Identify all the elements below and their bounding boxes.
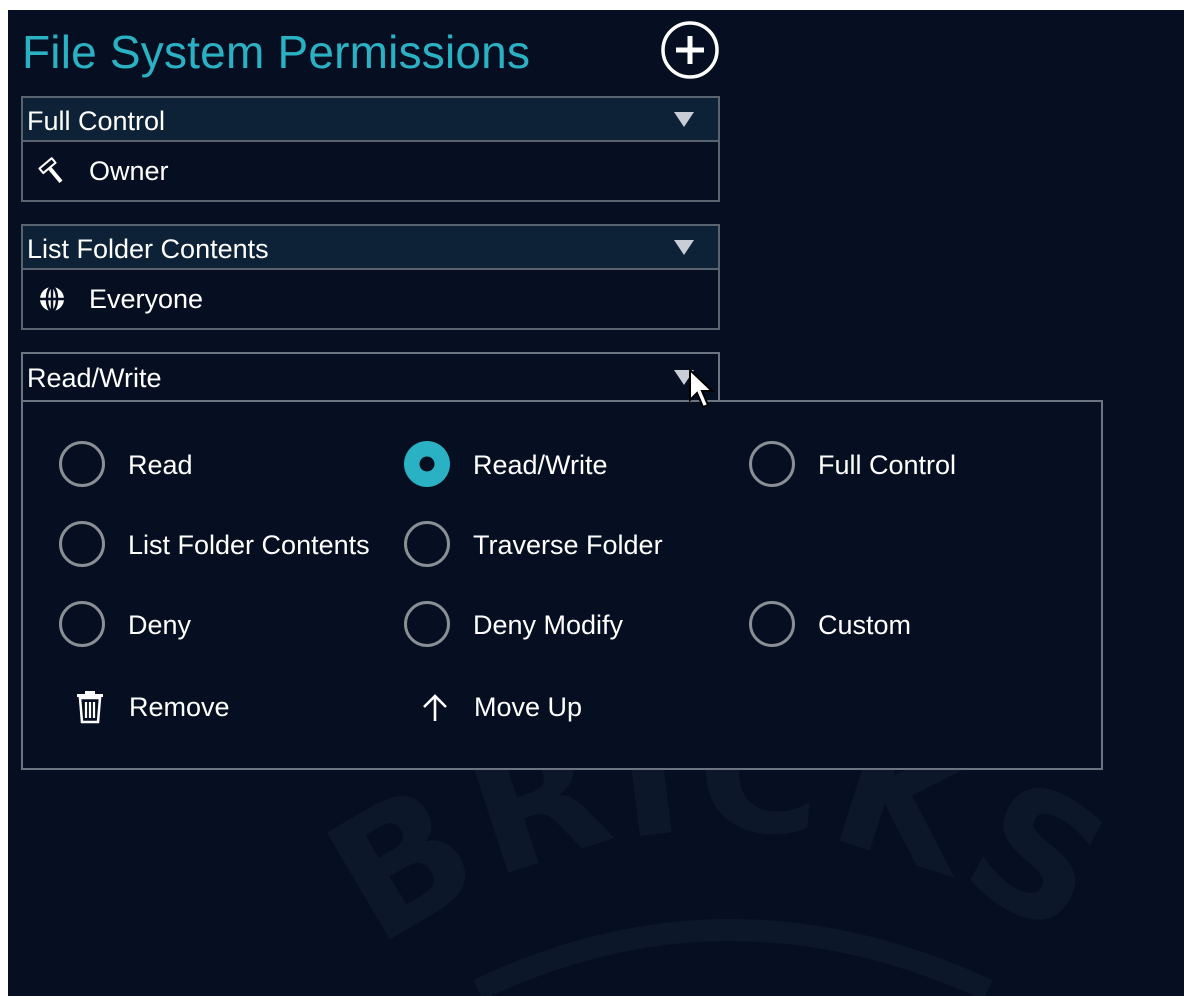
option-label: Deny <box>128 610 192 640</box>
plus-circle-icon <box>661 21 719 79</box>
option-label: Full Control <box>818 450 957 480</box>
radio-unselected-icon <box>404 521 450 567</box>
hammer-icon <box>38 157 63 184</box>
app-window: BRICKSTOR File System Permissions Full C… <box>8 10 1184 996</box>
option-label: Custom <box>818 610 912 640</box>
permission-level-label: Full Control <box>27 106 166 136</box>
trash-icon <box>77 691 103 724</box>
permission-principal-row: Owner <box>23 142 718 200</box>
option-label: List Folder Contents <box>128 530 370 560</box>
page-title: File System Permissions <box>22 26 531 78</box>
arrow-up-icon <box>423 694 447 721</box>
option-label: Read/Write <box>473 450 608 480</box>
move-up-label: Move Up <box>474 692 583 722</box>
option-label: Traverse Folder <box>473 530 663 560</box>
permission-principal-row: Everyone <box>23 270 718 328</box>
option-label: Read <box>128 450 193 480</box>
radio-unselected-icon <box>749 601 795 647</box>
option-label: Deny Modify <box>473 610 624 640</box>
chevron-down-icon <box>674 112 694 127</box>
radio-unselected-icon <box>404 601 450 647</box>
mouse-cursor-icon <box>689 368 715 409</box>
permission-level-dropdown[interactable]: List Folder Contents <box>23 226 718 270</box>
permission-entry: List Folder Contents Everyone <box>21 224 720 330</box>
chevron-down-icon <box>674 240 694 255</box>
radio-unselected-icon <box>59 521 105 567</box>
permission-options-panel: Read Read/Write Full Control List Folder… <box>21 400 1103 770</box>
radio-unselected-icon <box>749 441 795 487</box>
add-permission-button[interactable] <box>660 20 720 80</box>
principal-name: Everyone <box>89 284 204 314</box>
permission-entry: Full Control Owner <box>21 96 720 202</box>
permission-level-label: Read/Write <box>27 363 162 393</box>
radio-unselected-icon <box>59 441 105 487</box>
principal-name: Owner <box>89 156 169 186</box>
permission-level-label: List Folder Contents <box>27 234 269 264</box>
radio-unselected-icon <box>59 601 105 647</box>
radio-selected-icon <box>404 441 450 487</box>
permission-level-dropdown[interactable]: Full Control <box>23 98 718 142</box>
globe-icon <box>40 285 64 313</box>
remove-label: Remove <box>129 692 230 722</box>
permission-level-dropdown-open[interactable]: Read/Write <box>21 352 720 400</box>
